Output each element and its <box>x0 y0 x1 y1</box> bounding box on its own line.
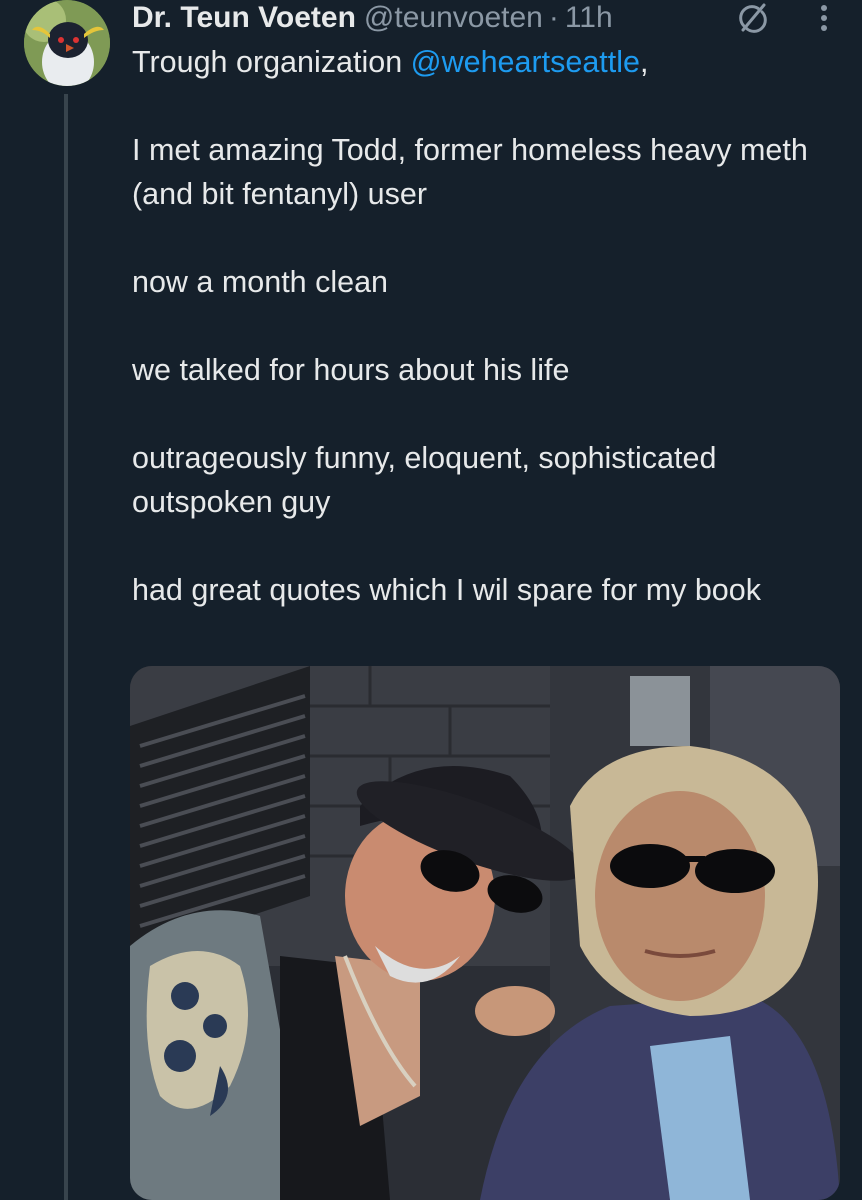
penguin-avatar-icon <box>24 0 110 86</box>
tweet-paragraph-4: we talked for hours about his life <box>132 353 570 387</box>
grok-icon[interactable] <box>734 0 770 36</box>
tweet-paragraph-2: I met amazing Todd, former homeless heav… <box>132 133 808 211</box>
author-handle[interactable]: @teunvoeten <box>364 1 543 35</box>
more-vertical-icon[interactable] <box>812 2 836 34</box>
tweet-header: Dr. Teun Voeten @teunvoeten · 11h <box>132 0 613 38</box>
thread-line <box>64 94 68 1200</box>
mention-link[interactable]: @weheartseattle <box>411 45 640 79</box>
tweet-paragraph-6: had great quotes which I wil spare for m… <box>132 573 761 607</box>
tweet-photo[interactable] <box>130 666 840 1200</box>
tweet-text: Trough organization @weheartseattle, I m… <box>132 40 832 656</box>
text-prefix: Trough organization <box>132 45 411 79</box>
photo-image <box>130 666 840 1200</box>
author-name[interactable]: Dr. Teun Voeten <box>132 1 356 35</box>
separator: · <box>548 1 559 34</box>
tweet-paragraph-3: now a month clean <box>132 265 389 299</box>
tweet-paragraph-1: Trough organization @weheartseattle, <box>132 40 832 84</box>
tweet-paragraph-5: outrageously funny, eloquent, sophistica… <box>132 441 717 519</box>
author-avatar[interactable] <box>24 0 110 86</box>
tweet[interactable]: Dr. Teun Voeten @teunvoeten · 11h Trough… <box>0 0 862 1200</box>
text-suffix: , <box>639 45 649 79</box>
timestamp[interactable]: 11h <box>565 1 613 35</box>
